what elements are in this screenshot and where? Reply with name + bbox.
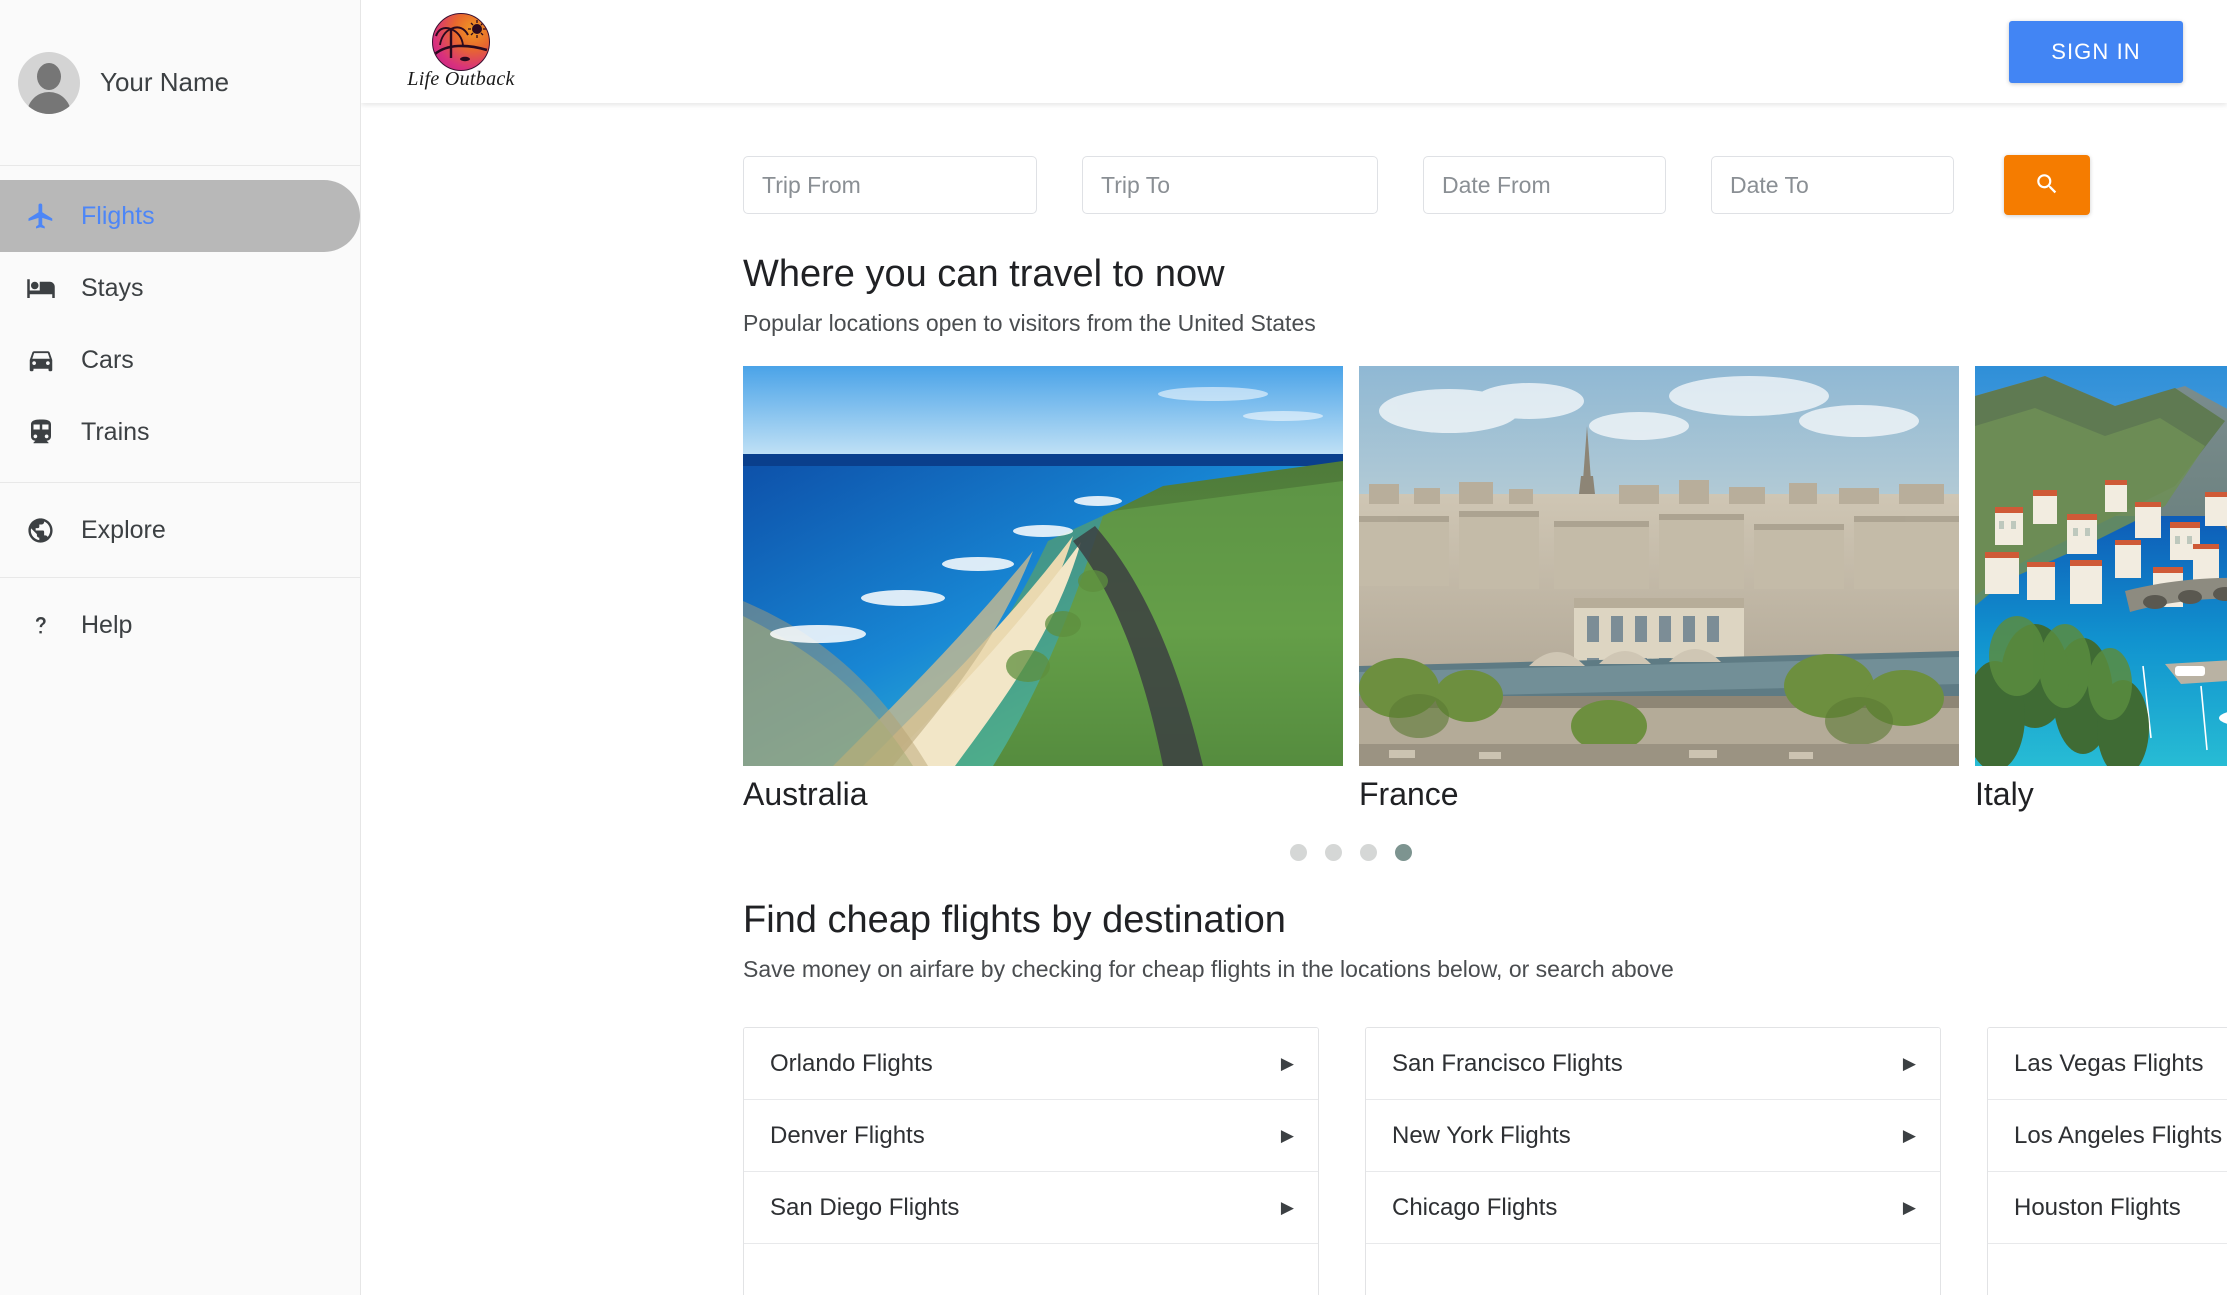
chevron-right-icon: ▶ [1280, 1126, 1294, 1145]
avatar-head-shape [37, 62, 61, 90]
sign-in-button[interactable]: SIGN IN [2009, 20, 2183, 83]
flight-destination-label: Los Angeles Flights [2014, 1121, 2223, 1149]
magnifier-icon [2034, 171, 2060, 200]
bed-icon [26, 273, 64, 303]
list-item[interactable]: Houston Flights ▶ [1988, 1172, 2227, 1244]
globe-icon [26, 516, 64, 545]
destination-caption: Australia [743, 776, 868, 812]
avatar [18, 51, 80, 114]
list-item[interactable] [744, 1244, 1318, 1295]
coastal-beach-aerial-photo [743, 366, 1343, 766]
flight-column-1: Orlando Flights ▶ Denver Flights ▶ San D… [743, 1027, 1319, 1295]
destination-card[interactable]: France [1359, 366, 1959, 813]
trip-from-input[interactable] [743, 156, 1037, 214]
list-item[interactable] [1988, 1244, 2227, 1295]
list-item[interactable]: Las Vegas Flights ▶ [1988, 1028, 2227, 1100]
chevron-right-icon: ▶ [1902, 1054, 1916, 1073]
sidebar-item-flights[interactable]: Flights [0, 180, 360, 252]
list-item[interactable]: San Francisco Flights ▶ [1366, 1028, 1940, 1100]
cheap-flights-title: Find cheap flights by destination [743, 899, 1286, 941]
flight-destination-label: San Francisco Flights [1392, 1049, 1623, 1077]
destination-caption: France [1359, 776, 1459, 812]
sidebar-item-label: Stays [81, 273, 144, 302]
sidebar-item-explore[interactable]: Explore [0, 494, 360, 566]
flight-column-3: Las Vegas Flights ▶ Los Angeles Flights … [1987, 1027, 2227, 1295]
main-area: Life Outback SIGN IN Where you can trave… [361, 0, 2227, 1295]
chevron-right-icon: ▶ [1902, 1198, 1916, 1217]
flight-destination-label: New York Flights [1392, 1121, 1571, 1149]
list-item[interactable]: Chicago Flights ▶ [1366, 1172, 1940, 1244]
brand-logo[interactable]: Life Outback [401, 12, 521, 91]
carousel-dot-3[interactable] [1360, 844, 1377, 861]
sidebar: Your Name Flights Stays Cars Trains Expl… [0, 0, 361, 1295]
chevron-right-icon: ▶ [1280, 1198, 1294, 1217]
flight-destination-columns: Orlando Flights ▶ Denver Flights ▶ San D… [743, 1027, 2227, 1295]
flight-column-2: San Francisco Flights ▶ New York Flights… [1365, 1027, 1941, 1295]
nav-group-help: Help [0, 578, 360, 672]
chevron-right-icon: ▶ [1280, 1054, 1294, 1073]
train-icon [26, 417, 64, 447]
flight-destination-label: Chicago Flights [1392, 1193, 1558, 1221]
search-button[interactable] [2004, 155, 2090, 215]
nav-group-explore: Explore [0, 483, 360, 577]
brand-name: Life Outback [407, 67, 515, 90]
sidebar-item-trains[interactable]: Trains [0, 396, 360, 468]
nav-group-travel: Flights Stays Cars Trains [0, 166, 360, 482]
sidebar-item-label: Explore [81, 515, 166, 544]
list-item[interactable]: San Diego Flights ▶ [744, 1172, 1318, 1244]
profile-name: Your Name [100, 67, 230, 97]
sidebar-item-label: Flights [81, 201, 155, 230]
list-item[interactable]: Los Angeles Flights ▶ [1988, 1100, 2227, 1172]
main-content: Where you can travel to now Popular loca… [361, 103, 2227, 1295]
flight-destination-label: Las Vegas Flights [2014, 1049, 2204, 1077]
avatar-body-shape [27, 91, 71, 114]
sidebar-item-cars[interactable]: Cars [0, 324, 360, 396]
destination-card[interactable]: Australia [743, 366, 1343, 813]
destination-caption: Italy [1975, 776, 2034, 812]
cheap-flights-subtitle: Save money on airfare by checking for ch… [743, 956, 1674, 982]
list-item[interactable]: Denver Flights ▶ [744, 1100, 1318, 1172]
flight-destination-label: Houston Flights [2014, 1193, 2181, 1221]
destination-card[interactable]: Italy [1975, 366, 2227, 813]
sidebar-item-stays[interactable]: Stays [0, 252, 360, 324]
sidebar-item-label: Trains [81, 417, 150, 446]
sidebar-item-help[interactable]: Help [0, 589, 360, 661]
date-to-input[interactable] [1711, 156, 1954, 214]
list-item[interactable] [1366, 1244, 1940, 1295]
question-mark-icon [26, 611, 64, 640]
carousel-dots [743, 844, 1959, 861]
search-bar [361, 103, 2227, 215]
flight-destination-label: San Diego Flights [770, 1193, 960, 1221]
sidebar-item-label: Cars [81, 345, 134, 374]
airplane-icon [26, 201, 64, 231]
carousel-dot-1[interactable] [1290, 844, 1307, 861]
list-item[interactable]: New York Flights ▶ [1366, 1100, 1940, 1172]
top-header: Life Outback SIGN IN [361, 0, 2227, 103]
carousel-dot-2[interactable] [1325, 844, 1342, 861]
chevron-right-icon: ▶ [1902, 1126, 1916, 1145]
car-icon [26, 345, 64, 375]
profile-header[interactable]: Your Name [0, 0, 360, 166]
flight-destination-label: Denver Flights [770, 1121, 925, 1149]
destination-cards: Australia France Italy [743, 366, 2227, 813]
carousel-dot-4-active[interactable] [1395, 844, 1412, 861]
page-subtitle: Popular locations open to visitors from … [743, 310, 1316, 336]
app-root: Your Name Flights Stays Cars Trains Expl… [0, 0, 2227, 1295]
sunset-palm-circle-icon [432, 12, 490, 71]
date-from-input[interactable] [1423, 156, 1666, 214]
page-title: Where you can travel to now [743, 253, 1225, 295]
destinations-section: Where you can travel to now Popular loca… [361, 253, 2227, 861]
amalfi-coast-harbor-photo [1975, 366, 2227, 766]
trip-to-input[interactable] [1082, 156, 1378, 214]
paris-cityscape-photo [1359, 366, 1959, 766]
list-item[interactable]: Orlando Flights ▶ [744, 1028, 1318, 1100]
sidebar-item-label: Help [81, 610, 133, 639]
flight-destination-label: Orlando Flights [770, 1049, 933, 1077]
cheap-flights-section: Find cheap flights by destination Save m… [361, 899, 2227, 1295]
